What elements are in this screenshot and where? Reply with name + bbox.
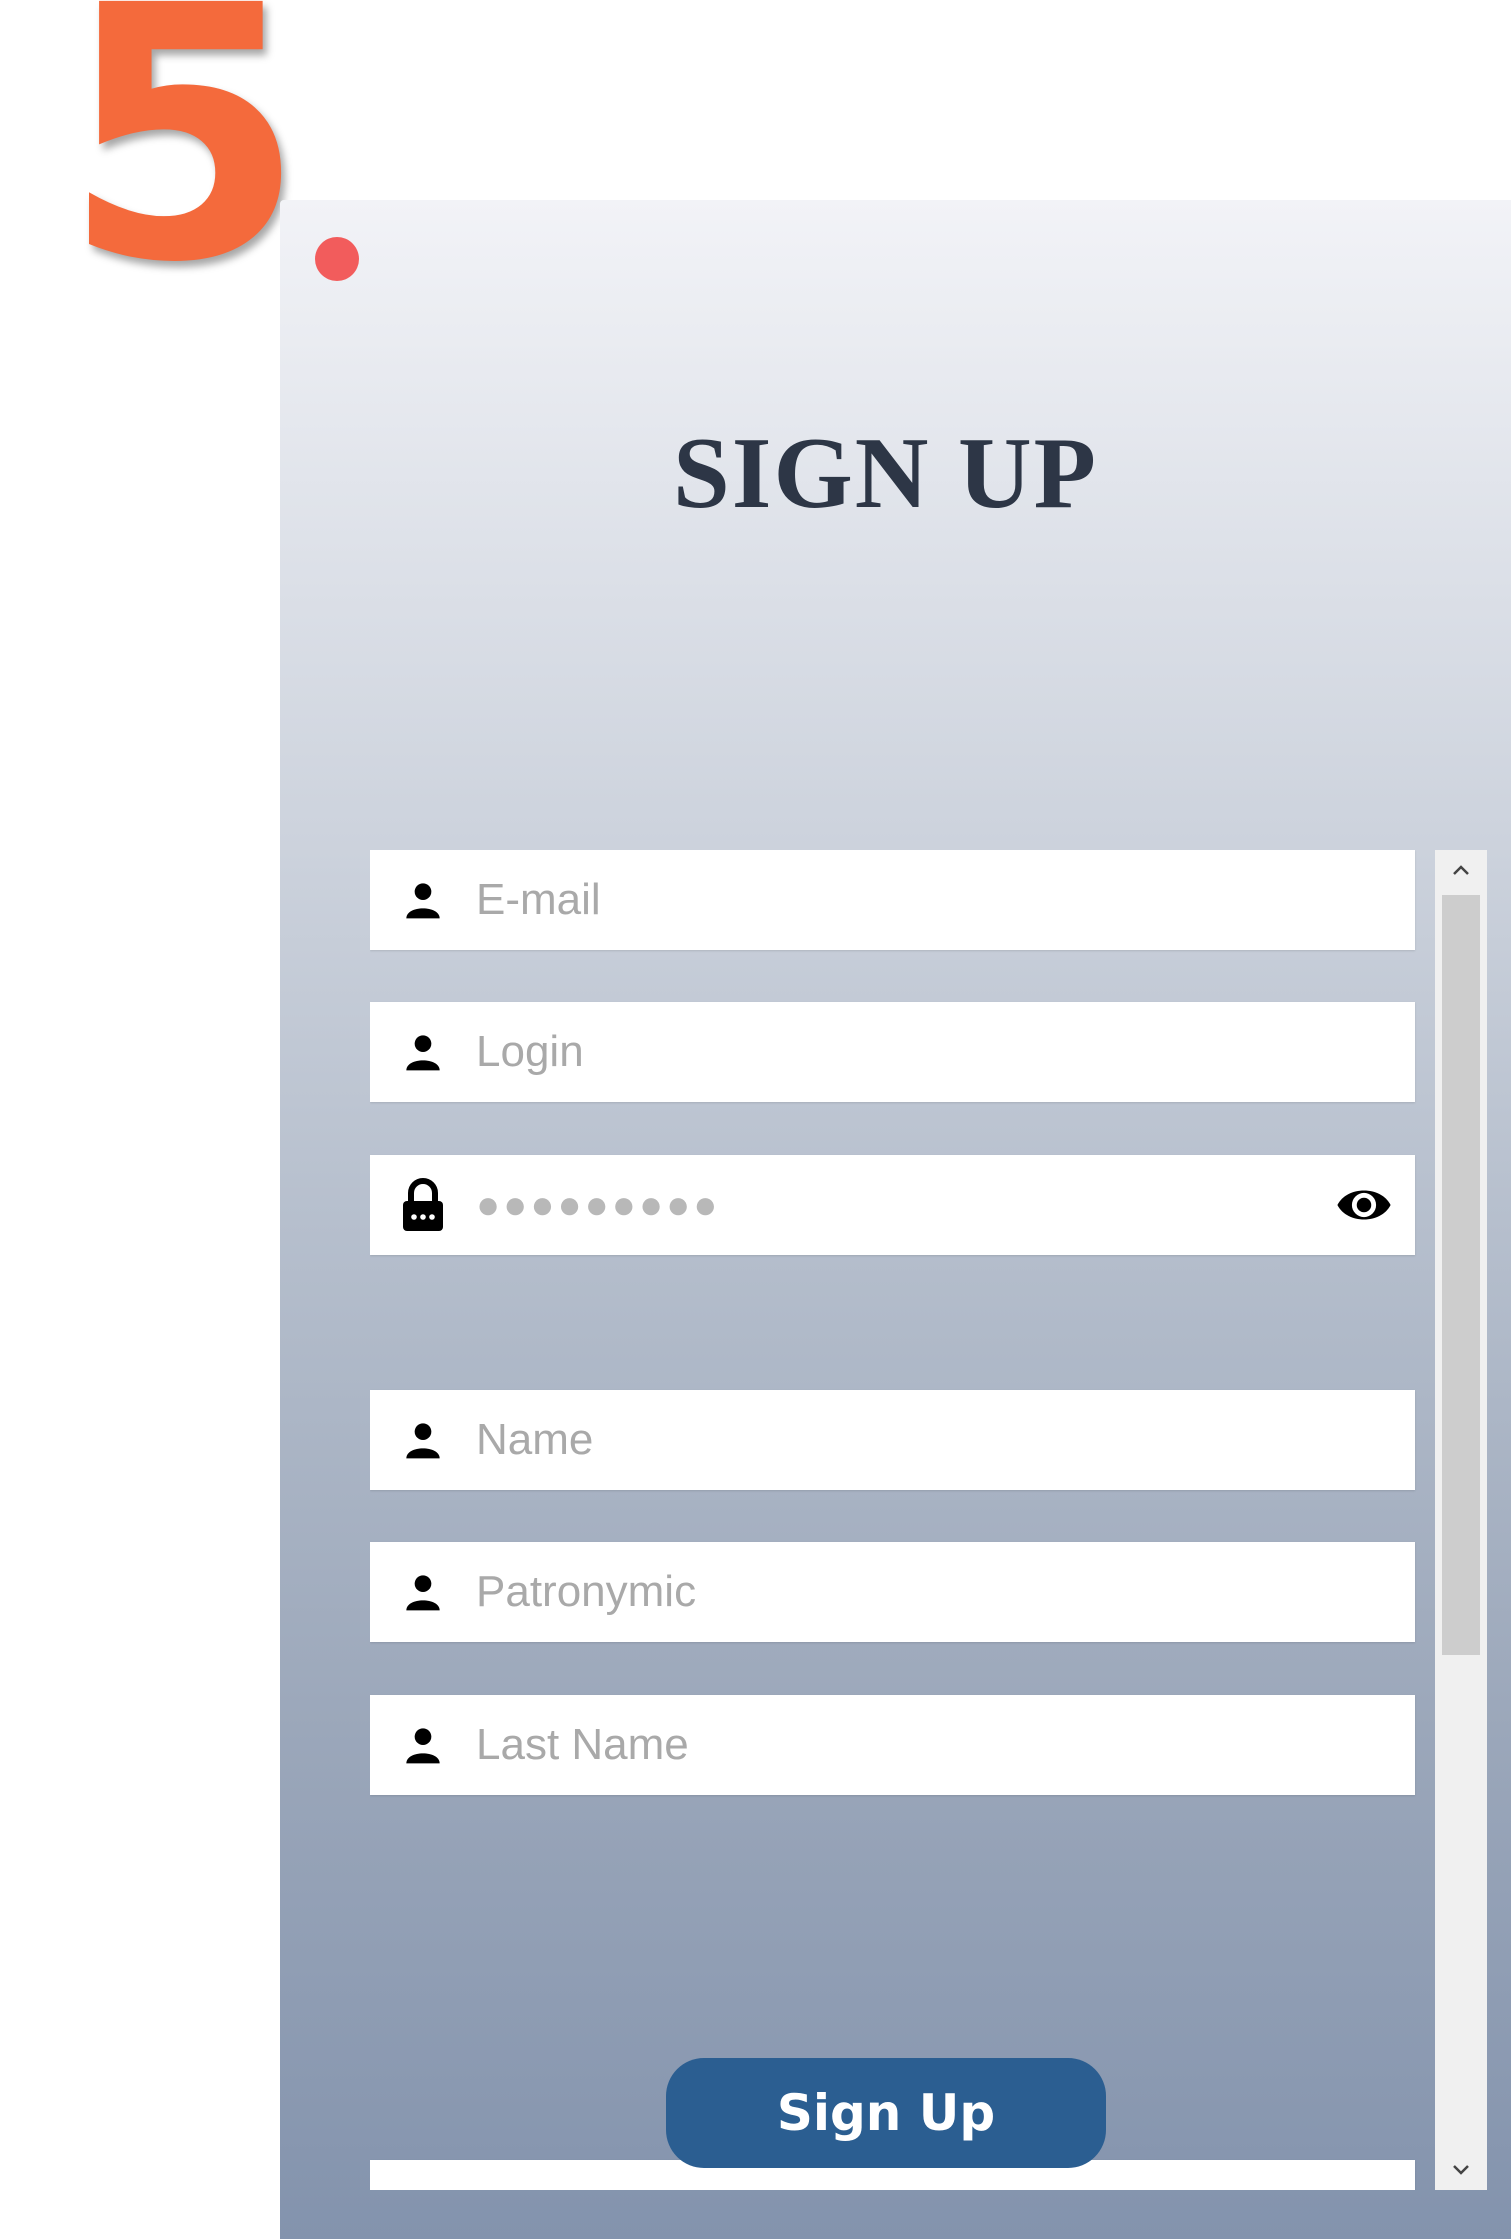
- patronymic-field[interactable]: Patronymic: [370, 1542, 1415, 1642]
- lock-icon: [398, 1178, 448, 1231]
- login-field[interactable]: Login: [370, 1002, 1415, 1102]
- password-mask: ●●●●●●●●●: [476, 1182, 721, 1227]
- user-icon: [398, 2185, 448, 2190]
- email-placeholder: E-mail: [476, 875, 601, 924]
- name-placeholder: Name: [476, 1415, 594, 1464]
- sign-up-button[interactable]: Sign Up: [666, 2058, 1106, 2168]
- user-icon: [398, 1720, 448, 1770]
- user-icon: [398, 1415, 448, 1465]
- scrollbar-thumb[interactable]: [1442, 895, 1480, 1655]
- last-name-placeholder: Last Name: [476, 1720, 689, 1769]
- login-placeholder: Login: [476, 1027, 584, 1076]
- password-field[interactable]: ●●●●●●●●●: [370, 1155, 1415, 1255]
- form-scroll-area[interactable]: E-mail Login ●●●●●●●●● Name Patronymic L…: [370, 850, 1420, 2190]
- scroll-up-arrow-icon[interactable]: [1435, 850, 1487, 890]
- last-name-field[interactable]: Last Name: [370, 1695, 1415, 1795]
- eye-icon[interactable]: [1335, 1180, 1393, 1230]
- user-icon: [398, 1567, 448, 1617]
- patronymic-placeholder: Patronymic: [476, 1567, 697, 1616]
- close-dot-button[interactable]: [315, 237, 359, 281]
- email-field[interactable]: E-mail: [370, 850, 1415, 950]
- user-icon: [398, 1027, 448, 1077]
- user-icon: [398, 875, 448, 925]
- name-field[interactable]: Name: [370, 1390, 1415, 1490]
- form-scrollbar[interactable]: [1435, 850, 1487, 2190]
- step-number-badge: 5: [62, 0, 306, 339]
- signup-window: SIGN UP E-mail Login ●●●●●●●●● Name Patr…: [280, 200, 1511, 2239]
- scroll-down-arrow-icon[interactable]: [1435, 2150, 1487, 2190]
- page-title: SIGN UP: [673, 417, 1098, 530]
